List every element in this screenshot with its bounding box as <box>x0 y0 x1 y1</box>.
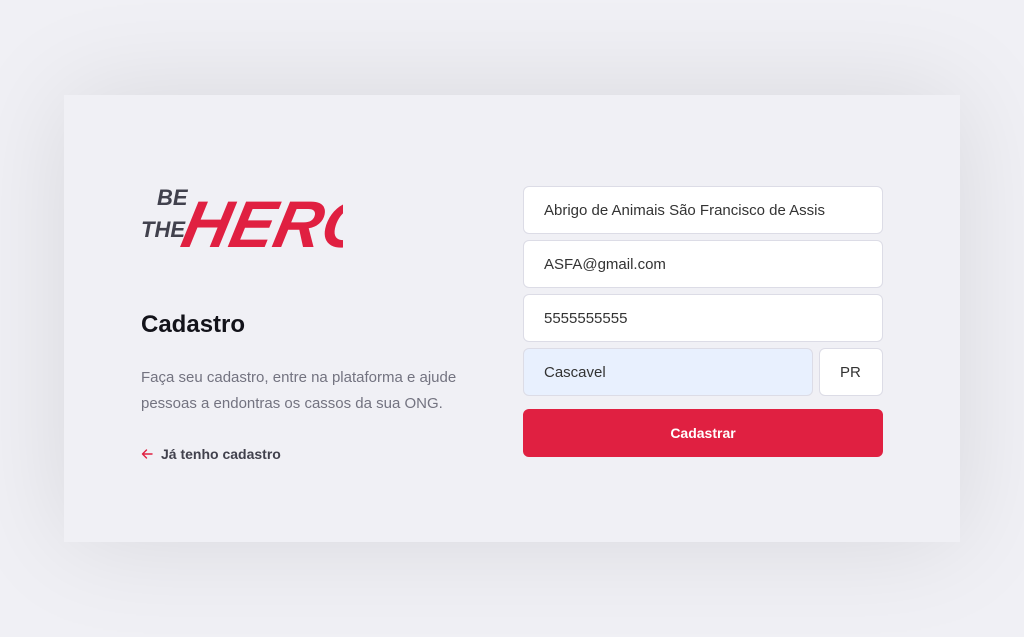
email-input[interactable] <box>523 240 883 288</box>
svg-text:HERO: HERO <box>176 189 343 259</box>
whatsapp-input[interactable] <box>523 294 883 342</box>
register-form: Cadastrar <box>523 186 883 457</box>
page-title: Cadastro <box>141 311 246 338</box>
svg-text:THE: THE <box>141 217 186 242</box>
ong-name-input[interactable] <box>523 186 883 234</box>
page-description: Faça seu cadastro, entre na plataforma e… <box>141 369 457 412</box>
back-to-login-link[interactable]: Já tenho cadastro <box>141 446 281 462</box>
uf-input[interactable] <box>819 348 883 396</box>
city-input[interactable] <box>523 348 813 396</box>
register-info: BE THE HERO Cadastro Faça seu cadastro, … <box>141 95 501 542</box>
register-card: BE THE HERO Cadastro Faça seu cadastro, … <box>64 95 960 542</box>
svg-text:BE: BE <box>157 185 189 210</box>
arrow-left-icon <box>141 449 153 459</box>
back-link-label: Já tenho cadastro <box>161 446 281 462</box>
submit-button[interactable]: Cadastrar <box>523 409 883 457</box>
city-uf-row <box>523 348 883 396</box>
be-the-hero-logo: BE THE HERO <box>141 185 343 259</box>
